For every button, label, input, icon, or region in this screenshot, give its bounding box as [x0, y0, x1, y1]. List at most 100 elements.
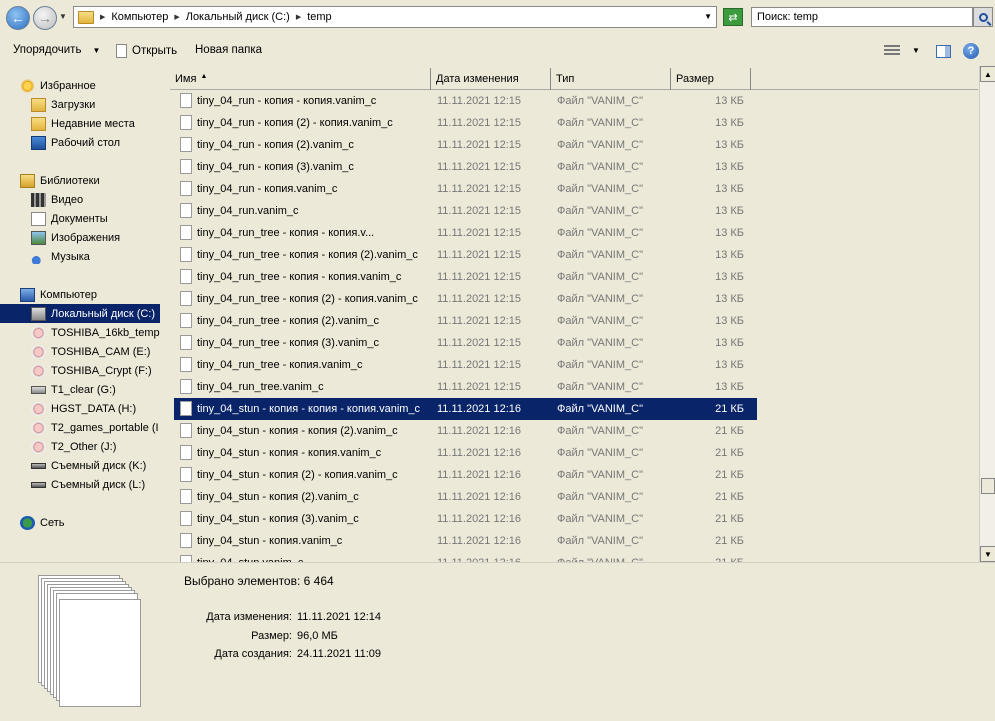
back-button[interactable]: ← [6, 6, 30, 30]
nav-computer[interactable]: Компьютер [0, 285, 160, 304]
nav-video[interactable]: Видео [0, 190, 160, 209]
nav-drive-e[interactable]: TOSHIBA_CAM (E:) [0, 342, 160, 361]
nav-network[interactable]: Сеть [0, 513, 160, 532]
nav-drive-i[interactable]: T2_games_portable (I [0, 418, 160, 437]
file-size: 13 КБ [715, 315, 744, 327]
file-row[interactable]: tiny_04_stun - копия.vanim_c 11.11.2021 1… [170, 530, 757, 552]
nav-libraries[interactable]: Библиотеки [0, 171, 160, 190]
file-type: Файл "VANIM_C" [557, 139, 643, 151]
file-row[interactable]: tiny_04_run_tree - копия (2).vanim_c 11.1… [170, 310, 757, 332]
nav-music[interactable]: Музыка [0, 247, 160, 266]
address-dropdown-icon[interactable]: ▼ [704, 12, 712, 21]
file-row[interactable]: tiny_04_run_tree - копия - копия.v... 11.… [170, 222, 757, 244]
vertical-scrollbar[interactable]: ▲ ▼ [979, 66, 995, 562]
column-label: Тип [556, 73, 575, 85]
folder-icon [78, 10, 94, 24]
file-date: 11.11.2021 12:15 [437, 139, 522, 151]
new-folder-button[interactable]: Новая папка [195, 44, 262, 56]
file-name: tiny_04_run.vanim_c [197, 205, 299, 217]
nav-drive-k[interactable]: Съемный диск (K:) [0, 456, 160, 475]
file-size: 13 КБ [715, 293, 744, 305]
breadcrumb-computer[interactable]: Компьютер [111, 11, 168, 23]
nav-drive-toshiba-16kb[interactable]: TOSHIBA_16kb_temp [0, 323, 160, 342]
scroll-thumb[interactable] [981, 478, 995, 494]
nav-label: Сеть [40, 516, 65, 529]
file-row[interactable]: tiny_04_stun - копия - копия.vanim_c 11.1… [170, 442, 757, 464]
file-row[interactable]: tiny_04_run.vanim_c 11.11.2021 12:15 Файл … [170, 200, 757, 222]
column-date[interactable]: Дата изменения [431, 68, 551, 90]
nav-label: T1_clear (G:) [51, 383, 116, 396]
column-type[interactable]: Тип [551, 68, 671, 90]
file-name: tiny_04_run_tree - копия - копия.v... [197, 227, 375, 239]
file-row[interactable]: tiny_04_run_tree.vanim_c 11.11.2021 12:15… [170, 376, 757, 398]
file-row[interactable]: tiny_04_run - копия (3).vanim_c 11.11.202… [170, 156, 757, 178]
chevron-right-icon[interactable]: ▶ [100, 13, 105, 21]
nav-drive-c[interactable]: Локальный диск (C:) [0, 304, 160, 323]
file-type: Файл "VANIM_C" [557, 337, 643, 349]
file-row[interactable]: tiny_04_stun - копия - копия (2).vanim_c… [170, 420, 757, 442]
file-size: 13 КБ [715, 249, 744, 261]
file-type: Файл "VANIM_C" [557, 359, 643, 371]
file-row[interactable]: tiny_04_run - копия (2) - копия.vanim_c 1… [170, 112, 757, 134]
file-name: tiny_04_stun - копия - копия.vanim_c [197, 447, 382, 459]
column-name[interactable]: Имя ▲ [170, 68, 431, 90]
view-options-icon[interactable] [884, 45, 900, 57]
new-folder-label: Новая папка [195, 44, 263, 56]
nav-drive-h[interactable]: HGST_DATA (H:) [0, 399, 160, 418]
open-button[interactable]: Открыть [116, 44, 177, 58]
nav-label: Документы [51, 212, 108, 225]
chevron-right-icon[interactable]: ▶ [296, 13, 301, 21]
nav-drive-g[interactable]: T1_clear (G:) [0, 380, 160, 399]
chevron-right-icon[interactable]: ▶ [174, 13, 179, 21]
file-row[interactable]: tiny_04_stun - копия (3).vanim_c 11.11.20… [170, 508, 757, 530]
file-row[interactable]: tiny_04_run_tree - копия - копия.vanim_c… [170, 266, 757, 288]
file-type: Файл "VANIM_C" [557, 271, 643, 283]
search-input[interactable]: Поиск: temp [751, 7, 973, 27]
history-dropdown-icon[interactable]: ▼ [59, 12, 67, 21]
file-date: 11.11.2021 12:16 [437, 513, 522, 525]
breadcrumb-local-disk[interactable]: Локальный диск (C:) [186, 11, 290, 23]
nav-drive-l[interactable]: Съемный диск (L:) [0, 475, 160, 494]
file-row[interactable]: tiny_04_run - копия - копия.vanim_c 11.11… [170, 90, 757, 112]
file-row[interactable]: tiny_04_stun - копия (2).vanim_c 11.11.20… [170, 486, 757, 508]
breadcrumb-temp[interactable]: temp [307, 11, 331, 23]
file-size: 13 КБ [715, 359, 744, 371]
file-row[interactable]: tiny_04_run_tree - копия.vanim_c 11.11.20… [170, 354, 757, 376]
drive-icon [31, 420, 46, 435]
nav-images[interactable]: Изображения [0, 228, 160, 247]
column-header: Имя ▲ Дата изменения Тип Размер [170, 68, 978, 90]
nav-favorites[interactable]: Избранное [0, 76, 160, 95]
scroll-down-icon[interactable]: ▼ [980, 546, 995, 562]
file-name: tiny_04_stun - копия.vanim_c [197, 535, 343, 547]
scroll-up-icon[interactable]: ▲ [980, 66, 995, 82]
forward-button[interactable]: → [33, 6, 57, 30]
file-type: Файл "VANIM_C" [557, 425, 643, 437]
preview-pane-icon[interactable] [936, 45, 951, 58]
file-row[interactable]: tiny_04_run - копия.vanim_c 11.11.2021 12… [170, 178, 757, 200]
file-row[interactable]: tiny_04_run_tree - копия (2) - копия.van… [170, 288, 757, 310]
nav-downloads[interactable]: Загрузки [0, 95, 160, 114]
nav-documents[interactable]: Документы [0, 209, 160, 228]
search-button[interactable] [973, 7, 993, 27]
refresh-button[interactable]: ⇄ [723, 8, 743, 26]
file-row[interactable]: tiny_04_stun - копия (2) - копия.vanim_c… [170, 464, 757, 486]
file-date: 11.11.2021 12:15 [437, 95, 522, 107]
help-icon[interactable]: ? [963, 43, 979, 59]
file-row[interactable]: tiny_04_run_tree - копия (3).vanim_c 11.1… [170, 332, 757, 354]
file-row[interactable]: tiny_04_run - копия (2).vanim_c 11.11.202… [170, 134, 757, 156]
column-size[interactable]: Размер [671, 68, 751, 90]
address-bar[interactable]: ▶ Компьютер ▶ Локальный диск (C:) ▶ temp ▼ [73, 6, 717, 28]
file-size: 21 КБ [715, 513, 744, 525]
file-date: 11.11.2021 12:15 [437, 293, 522, 305]
nav-desktop[interactable]: Рабочий стол [0, 133, 160, 152]
file-row[interactable]: tiny_04_stun.vanim_c11.11.2021 12:16Файл… [170, 552, 757, 562]
size-label: Размер: [251, 630, 292, 642]
drive-icon [31, 401, 46, 416]
nav-recent-places[interactable]: Недавние места [0, 114, 160, 133]
nav-drive-f[interactable]: TOSHIBA_Crypt (F:) [0, 361, 160, 380]
organize-button[interactable]: Упорядочить ▼ [13, 44, 100, 56]
file-row[interactable]: tiny_04_stun - копия - копия - копия.van… [174, 398, 757, 420]
file-row[interactable]: tiny_04_run_tree - копия - копия (2).van… [170, 244, 757, 266]
nav-drive-j[interactable]: T2_Other (J:) [0, 437, 160, 456]
chevron-down-icon[interactable]: ▼ [912, 46, 920, 55]
